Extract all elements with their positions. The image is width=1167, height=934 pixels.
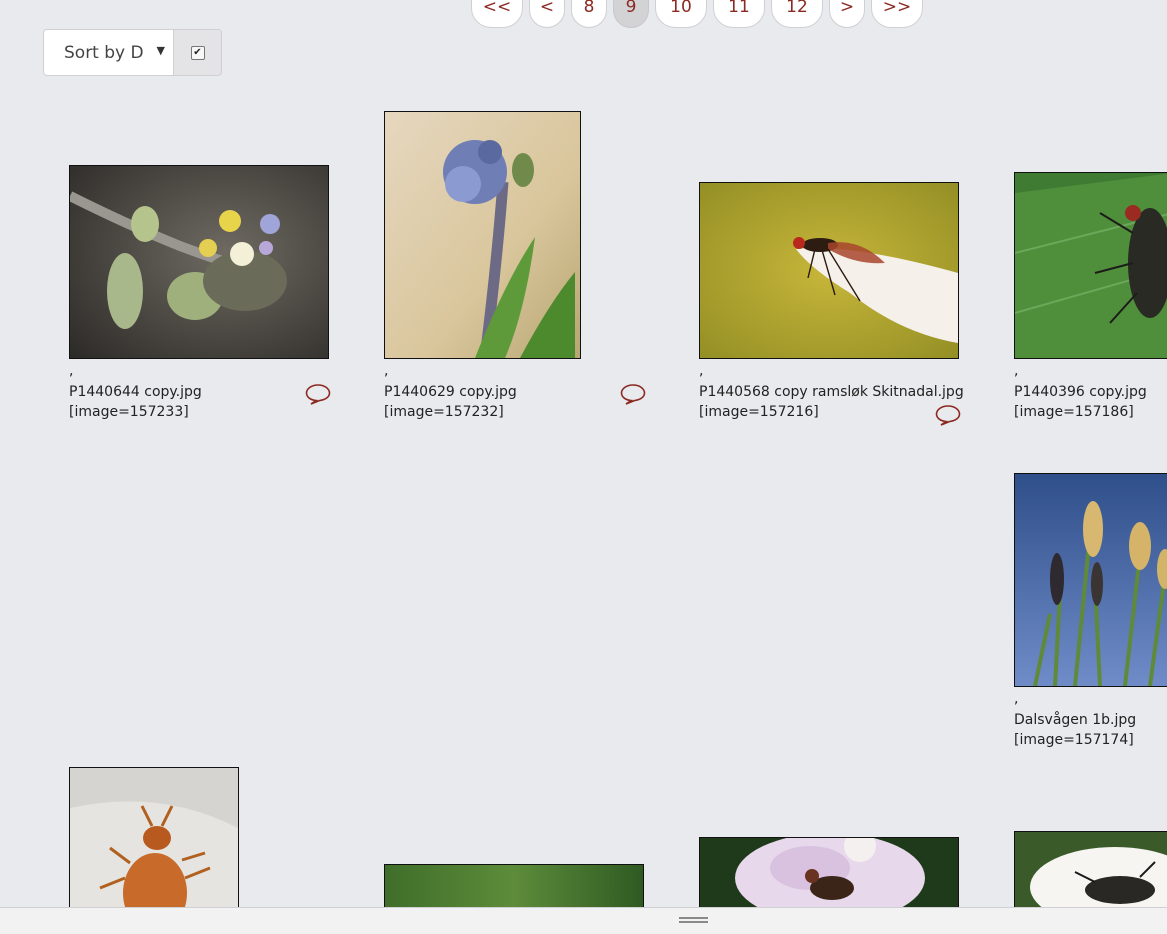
image-caption: , Dalsvågen 1b.jpg [image=157174] [1014, 689, 1136, 751]
image-filename-link[interactable]: Dalsvågen 1b.jpg [1014, 712, 1136, 728]
image-filename-link[interactable]: P1440644 copy.jpg [69, 384, 202, 400]
caption-prefix: , [69, 363, 74, 379]
page-button-10[interactable]: 10 [655, 0, 707, 28]
page-button-9-current[interactable]: 9 [613, 0, 649, 28]
image-filename-link[interactable]: P1440396 copy.jpg [1014, 384, 1147, 400]
image-caption: , P1440629 copy.jpg [image=157232] [384, 361, 517, 423]
sort-control: Sort by D ▼ ✔ [43, 29, 222, 76]
checkbox-checked-icon[interactable]: ✔ [190, 45, 205, 60]
image-filename-link[interactable]: P1440568 copy ramsløk Skitnadal.jpg [699, 384, 964, 400]
comment-icon[interactable] [305, 383, 331, 405]
caption-prefix: , [699, 363, 704, 379]
sort-direction-toggle[interactable]: ✔ [174, 29, 222, 76]
image-tag: [image=157216] [699, 404, 819, 420]
image-filename-link[interactable]: P1440629 copy.jpg [384, 384, 517, 400]
sort-select[interactable]: Sort by D ▼ [43, 29, 174, 76]
caption-prefix: , [1014, 691, 1019, 707]
first-page-button[interactable]: << [471, 0, 523, 28]
sort-select-value: Sort by D [64, 42, 144, 63]
comment-icon[interactable] [935, 404, 961, 426]
caption-prefix: , [1014, 363, 1019, 379]
thumbnail-fly-on-leaf[interactable] [1014, 172, 1167, 359]
image-caption: , P1440644 copy.jpg [image=157233] [69, 361, 202, 423]
resize-grip-icon[interactable] [679, 917, 708, 923]
comment-icon[interactable] [620, 383, 646, 405]
image-tag: [image=157186] [1014, 404, 1134, 420]
pagination: << < 8 9 10 11 12 > >> [471, 0, 923, 28]
next-page-button[interactable]: > [829, 0, 865, 28]
thumbnail-sedge-flowers[interactable] [1014, 473, 1167, 687]
prev-page-button[interactable]: < [529, 0, 565, 28]
last-page-button[interactable]: >> [871, 0, 923, 28]
thumbnail-fly-on-white-flower[interactable] [1014, 831, 1167, 917]
image-tag: [image=157233] [69, 404, 189, 420]
image-tag: [image=157232] [384, 404, 504, 420]
image-tag: [image=157174] [1014, 732, 1134, 748]
page-button-11[interactable]: 11 [713, 0, 765, 28]
thumbnail-blue-bud-flower[interactable] [384, 111, 581, 359]
dropdown-arrow-icon: ▼ [156, 44, 165, 57]
page-button-8[interactable]: 8 [571, 0, 607, 28]
caption-prefix: , [384, 363, 389, 379]
thumbnail-fly-on-petal[interactable] [699, 182, 959, 359]
bottom-resize-bar [0, 907, 1167, 934]
thumbnail-small-flowers[interactable] [69, 165, 329, 359]
image-caption: , P1440396 copy.jpg [image=157186] [1014, 361, 1147, 423]
thumbnail-orange-beetle[interactable] [69, 767, 239, 917]
page-button-12[interactable]: 12 [771, 0, 823, 28]
image-caption: , P1440568 copy ramsløk Skitnadal.jpg [i… [699, 361, 964, 423]
thumbnail-hoverfly-on-flower[interactable] [699, 837, 959, 917]
